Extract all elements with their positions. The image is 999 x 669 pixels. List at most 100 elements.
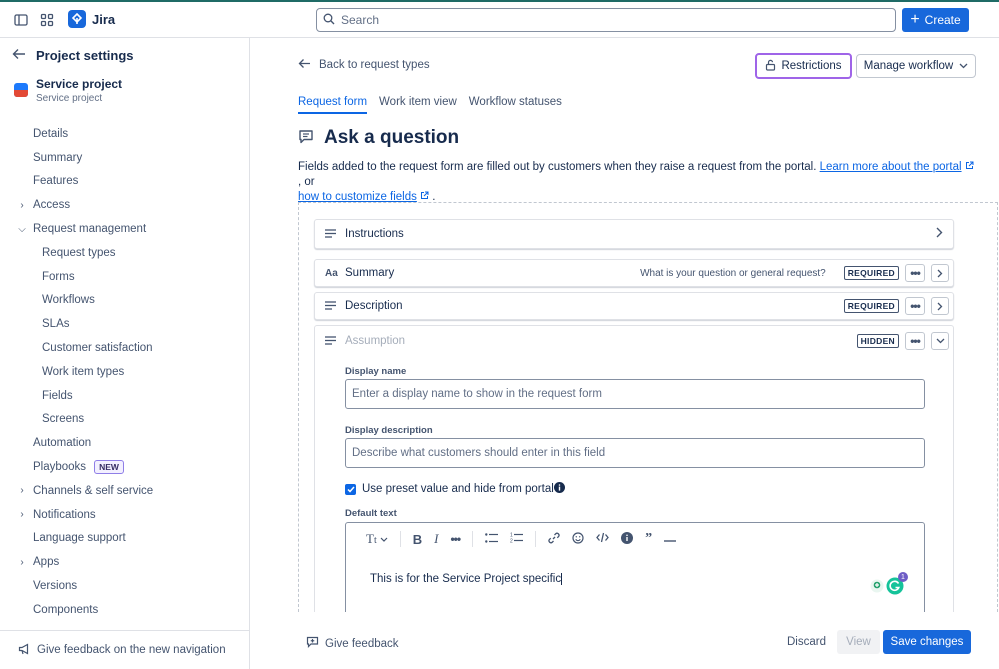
writing-assist-icon[interactable] [870, 579, 884, 596]
create-button[interactable]: + Create [902, 8, 969, 32]
sidebar-item-request-management[interactable]: ⌵ Request management [0, 217, 249, 241]
sidebar-item-work-item-types[interactable]: Work item types [0, 360, 249, 384]
text-lines-icon [325, 227, 341, 241]
chat-bubble-icon [298, 129, 314, 147]
chevron-down-icon[interactable] [931, 332, 949, 350]
sidebar-item-label: Components [33, 603, 99, 616]
chevron-right-icon[interactable]: › [17, 200, 27, 211]
default-text-value: This is for the Service Project specific [370, 573, 562, 586]
learn-more-portal-link[interactable]: Learn more about the portal [820, 161, 962, 173]
text-style-dropdown[interactable]: Tt [366, 531, 388, 547]
default-text-content[interactable]: This is for the Service Project specific [370, 573, 563, 586]
sidebar-item-access[interactable]: › Access [0, 193, 249, 217]
preset-value-checkbox[interactable] [345, 483, 356, 495]
sidebar-item-forms[interactable]: Forms [0, 265, 249, 289]
sidebar-item-label: Playbooks [33, 461, 87, 474]
field-label: Assumption [345, 335, 406, 347]
more-options-icon[interactable]: ••• [905, 332, 925, 350]
sidebar-item-label-wrap: Playbooks NEW [33, 460, 124, 475]
divider-icon[interactable] [664, 532, 677, 546]
emoji-icon[interactable] [572, 531, 584, 547]
field-row-assumption[interactable]: Assumption HIDDEN ••• [315, 326, 953, 356]
sidebar-item-channels[interactable]: › Channels & self service [0, 479, 249, 503]
restrictions-button[interactable]: Restrictions [755, 53, 852, 79]
sidebar-item-features[interactable]: Features [0, 170, 249, 194]
more-options-icon[interactable]: ••• [905, 264, 925, 282]
link-icon[interactable] [548, 532, 560, 547]
sidebar-item-fields[interactable]: Fields [0, 384, 249, 408]
sidebar-item-summary[interactable]: Summary [0, 146, 249, 170]
search-input[interactable] [341, 13, 895, 27]
view-button[interactable]: View [837, 630, 880, 654]
back-arrow-icon[interactable] [12, 48, 26, 63]
field-row-description[interactable]: Description REQUIRED ••• [314, 292, 954, 320]
sidebar-item-components[interactable]: Components [0, 598, 249, 622]
sidebar-item-versions[interactable]: Versions [0, 574, 249, 598]
numbered-list-icon[interactable]: 12 [510, 532, 524, 546]
tab-work-item-view[interactable]: Work item view [379, 96, 457, 114]
sidebar-item-request-types[interactable]: Request types [0, 241, 249, 265]
field-row-assumption-expanded: Assumption HIDDEN ••• Display name Displ… [314, 325, 954, 612]
sidebar-item-notifications[interactable]: › Notifications [0, 503, 249, 527]
sidebar-item-label: Channels & self service [33, 484, 154, 497]
grammarly-widget[interactable]: 1 [870, 572, 908, 598]
sidebar-item-automation[interactable]: Automation [0, 431, 249, 455]
sidebar-item-screens[interactable]: Screens [0, 408, 249, 432]
info-icon[interactable] [553, 482, 565, 496]
field-row-instructions[interactable]: Instructions [314, 219, 954, 249]
megaphone-icon [18, 642, 31, 658]
info-panel-icon[interactable] [621, 531, 634, 547]
request-form-description: Fields added to the request form are fil… [298, 160, 978, 205]
save-changes-button[interactable]: Save changes [883, 630, 971, 654]
italic-icon[interactable]: I [434, 531, 438, 547]
quote-icon[interactable]: ” [645, 531, 652, 547]
bullet-list-icon[interactable] [485, 532, 499, 546]
chevron-right-icon[interactable]: › [17, 485, 27, 496]
chevron-right-icon[interactable]: › [17, 509, 27, 520]
code-icon[interactable] [596, 532, 609, 546]
sidebar-toggle-icon[interactable] [11, 10, 31, 30]
chevron-right-icon[interactable] [936, 227, 943, 241]
display-description-field[interactable] [345, 438, 925, 468]
project-info[interactable]: Service project Service project [14, 77, 122, 104]
sidebar-item-playbooks[interactable]: Playbooks NEW [0, 455, 249, 479]
sidebar-item-language-support[interactable]: Language support [0, 527, 249, 551]
chevron-right-icon[interactable]: › [17, 557, 27, 568]
more-options-icon[interactable]: ••• [905, 297, 925, 315]
back-to-request-types-link[interactable]: Back to request types [298, 58, 430, 72]
sidebar-item-label: Automation [33, 437, 92, 450]
tab-request-form[interactable]: Request form [298, 96, 368, 114]
sidebar-item-customer-satisfaction[interactable]: Customer satisfaction [0, 336, 249, 360]
back-arrow-icon [298, 58, 311, 72]
sidebar-item-slas[interactable]: SLAs [0, 312, 249, 336]
sidebar-header: Project settings [12, 48, 134, 63]
default-text-editor[interactable]: Tt B I ••• 12 ” This is for the Service … [345, 522, 925, 612]
give-feedback-button[interactable]: Give feedback [306, 636, 399, 651]
grammarly-icon[interactable]: 1 [886, 572, 908, 598]
bold-icon[interactable]: B [413, 532, 422, 547]
chevron-right-icon[interactable] [931, 297, 949, 315]
chevron-right-icon[interactable] [931, 264, 949, 282]
field-row-summary[interactable]: Aa Summary What is your question or gene… [314, 259, 954, 287]
manage-workflow-dropdown[interactable]: Manage workflow [856, 54, 976, 78]
display-name-field[interactable] [345, 379, 925, 409]
required-tag: REQUIRED [843, 299, 899, 313]
sidebar-item-details[interactable]: Details [0, 122, 249, 146]
jira-logo[interactable]: Jira [68, 10, 115, 28]
more-formatting-icon[interactable]: ••• [450, 532, 461, 546]
field-label: Instructions [345, 228, 404, 240]
app-switcher-icon[interactable] [37, 10, 57, 30]
project-settings-sidebar: Project settings Service project Service… [0, 38, 250, 669]
navigation-feedback-link[interactable]: Give feedback on the new navigation [0, 630, 249, 669]
preset-value-option: Use preset value and hide from portal [345, 482, 565, 496]
search-box[interactable] [316, 8, 896, 32]
tab-workflow-statuses[interactable]: Workflow statuses [469, 96, 562, 114]
toolbar-divider [535, 531, 537, 547]
display-name-label: Display name [345, 366, 407, 377]
discard-button[interactable]: Discard [787, 636, 826, 648]
restrictions-label: Restrictions [781, 60, 842, 72]
sidebar-item-apps[interactable]: › Apps [0, 550, 249, 574]
hidden-tag: HIDDEN [856, 334, 899, 348]
sidebar-item-workflows[interactable]: Workflows [0, 289, 249, 313]
chevron-down-icon[interactable]: ⌵ [17, 224, 27, 235]
